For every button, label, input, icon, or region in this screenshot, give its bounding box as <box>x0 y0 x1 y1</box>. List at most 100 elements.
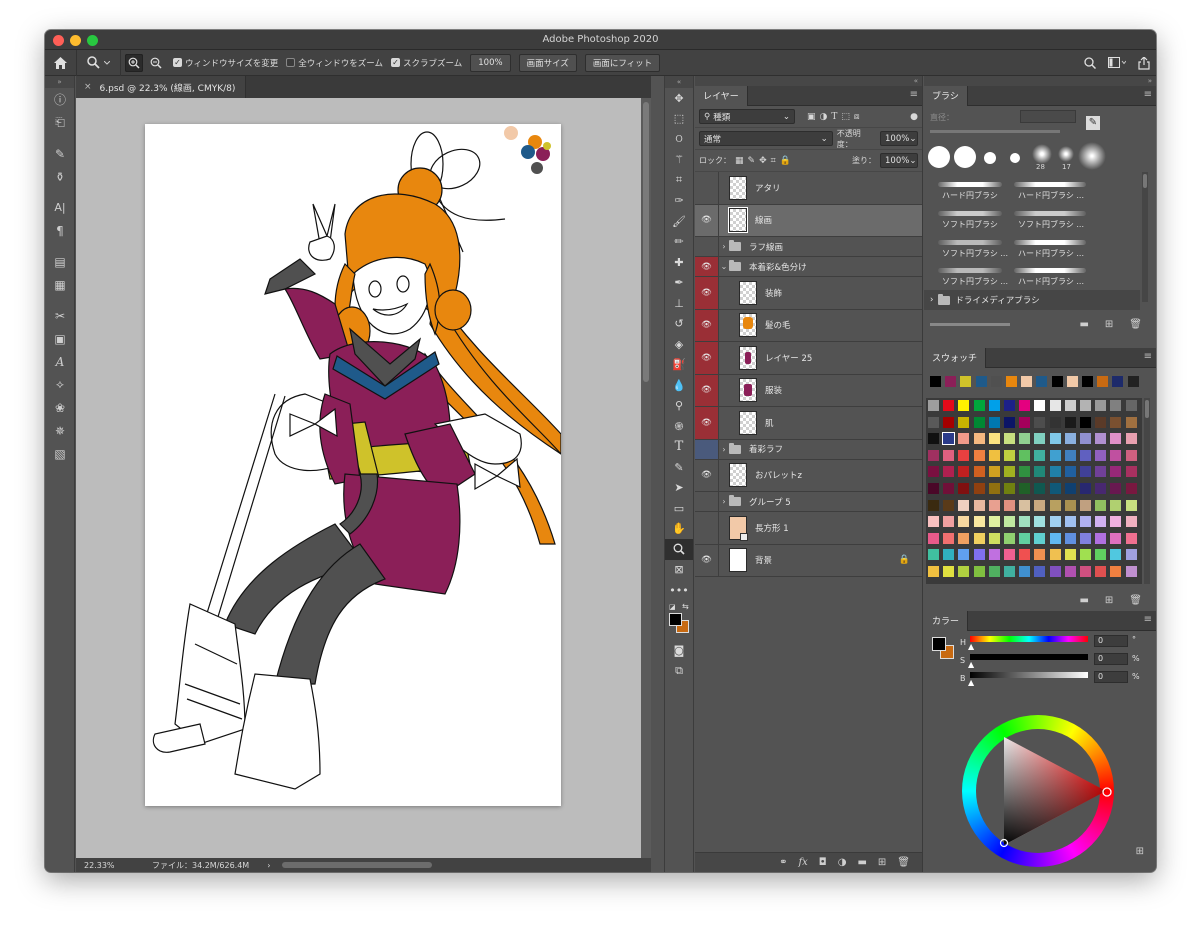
canvas-vertical-scrollbar[interactable] <box>641 98 651 858</box>
swatch[interactable] <box>1080 400 1091 411</box>
brush-tip[interactable] <box>1032 144 1052 164</box>
adjustments-button[interactable]: ✵ <box>45 419 75 442</box>
swatch[interactable] <box>1125 532 1137 544</box>
filter-adjustment-icon[interactable]: ◑ <box>820 112 828 122</box>
swatch[interactable] <box>1110 483 1122 494</box>
swatch[interactable] <box>1080 483 1091 494</box>
brush-preset[interactable]: ソフト円ブラシ ... <box>942 276 1008 287</box>
swatch[interactable] <box>988 483 1000 494</box>
swatch[interactable] <box>1064 416 1076 428</box>
fx-icon[interactable]: fx <box>798 857 807 868</box>
glyphs-button[interactable]: A <box>45 350 75 373</box>
slider-handle-icon[interactable]: ▲ <box>968 678 974 687</box>
swatch[interactable] <box>1034 466 1046 478</box>
brush-preview-slider[interactable] <box>930 323 1010 326</box>
swatch[interactable] <box>1080 499 1091 511</box>
panel-menu-icon[interactable]: ≡ <box>1144 352 1152 362</box>
swatch[interactable] <box>1112 376 1124 387</box>
filter-toggle-icon[interactable]: ● <box>910 112 918 122</box>
swatch[interactable] <box>1049 549 1061 561</box>
actions-button[interactable]: ▣ <box>45 327 75 350</box>
swatch[interactable] <box>988 516 1000 528</box>
swatch[interactable] <box>1064 483 1076 494</box>
clone-stamp-tool[interactable]: ⊥ <box>665 293 693 314</box>
swatch[interactable] <box>943 466 955 478</box>
blur-tool[interactable]: 💧 <box>665 375 693 396</box>
swatch[interactable] <box>1051 376 1063 387</box>
brightness-slider[interactable] <box>970 672 1088 678</box>
zoom-level[interactable]: 22.33% <box>84 861 144 870</box>
swatch[interactable] <box>1004 416 1015 428</box>
color-swatches[interactable]: ◪ ⇆ <box>665 601 693 641</box>
swatch[interactable] <box>988 499 1000 511</box>
swatch[interactable] <box>1110 466 1122 478</box>
swatch[interactable] <box>1110 449 1122 461</box>
foreground-color-swatch[interactable] <box>669 612 682 626</box>
swatch[interactable] <box>988 466 1000 478</box>
adjustment-layer-icon[interactable]: ◑ <box>838 857 847 868</box>
zoom-window-button[interactable] <box>87 35 98 46</box>
quick-mask-button[interactable]: ◙ <box>665 641 693 662</box>
swatch[interactable] <box>1064 466 1076 478</box>
swatch[interactable] <box>958 433 970 445</box>
swatch[interactable] <box>1080 532 1091 544</box>
swatch[interactable] <box>1095 400 1107 411</box>
artboard[interactable] <box>145 124 561 806</box>
swatch[interactable] <box>1004 433 1015 445</box>
layer-row[interactable]: 👁 おパレットz <box>695 459 922 492</box>
swatch[interactable] <box>928 499 939 511</box>
character-panel-button[interactable]: A| <box>45 196 75 219</box>
paragraph-panel-button[interactable]: ¶ <box>45 219 75 242</box>
swatch[interactable] <box>1049 516 1061 528</box>
swatch[interactable] <box>1110 433 1122 445</box>
swatch[interactable] <box>1064 499 1076 511</box>
swatch[interactable] <box>1019 449 1031 461</box>
history-panel-button[interactable]: ⎗ <box>45 111 75 134</box>
trash-icon[interactable]: 🗑 <box>897 857 910 868</box>
hue-slider[interactable] <box>970 636 1088 642</box>
swatch[interactable] <box>1036 376 1048 387</box>
swatch[interactable] <box>958 483 970 494</box>
swatch[interactable] <box>928 532 939 544</box>
path-selection-tool[interactable]: ➤ <box>665 478 693 499</box>
layer-group-row[interactable]: 👁 ⌄ 本着彩&色分け <box>695 257 922 277</box>
new-brush-icon[interactable]: ⊞ <box>1105 319 1113 330</box>
new-layer-icon[interactable]: ⊞ <box>878 857 886 868</box>
color-triangle[interactable] <box>962 715 1114 867</box>
swatch[interactable] <box>1127 376 1139 387</box>
visibility-toggle[interactable]: 👁 <box>695 309 719 341</box>
swatch[interactable] <box>1049 566 1061 577</box>
swatch[interactable] <box>928 400 939 411</box>
eyedropper-tool[interactable]: ✑ <box>665 191 693 212</box>
chevron-right-icon[interactable]: › <box>719 242 729 251</box>
swatch[interactable] <box>1004 499 1015 511</box>
swatch[interactable] <box>1125 566 1137 577</box>
minimize-window-button[interactable] <box>70 35 81 46</box>
swatch[interactable] <box>1049 433 1061 445</box>
visibility-toggle[interactable] <box>695 492 719 511</box>
brush-preset[interactable]: ハード円ブラシ <box>942 190 998 201</box>
lock-artboard-icon[interactable]: ⌗ <box>771 156 776 166</box>
brush-tip[interactable] <box>1058 146 1074 162</box>
layer-group-row[interactable]: › ラフ線画 <box>695 237 922 257</box>
swatch[interactable] <box>1004 532 1015 544</box>
swatch[interactable] <box>943 483 955 494</box>
swatch[interactable] <box>1019 433 1031 445</box>
swatch[interactable] <box>988 566 1000 577</box>
panel-menu-icon[interactable]: ≡ <box>1144 615 1152 625</box>
swatch[interactable] <box>1019 549 1031 561</box>
swatch[interactable] <box>1125 549 1137 561</box>
brush-scrollbar[interactable] <box>1142 172 1148 302</box>
swatch[interactable] <box>988 416 1000 428</box>
swatch[interactable] <box>1004 466 1015 478</box>
layer-group-row[interactable]: › 着彩ラフ <box>695 439 922 460</box>
swatch[interactable] <box>1006 376 1017 387</box>
swatch[interactable] <box>973 433 985 445</box>
swatch[interactable] <box>1019 566 1031 577</box>
swatch[interactable] <box>958 566 970 577</box>
zoom-out-button[interactable] <box>147 54 165 72</box>
swatch[interactable] <box>958 466 970 478</box>
swatch[interactable] <box>960 376 972 387</box>
layer-row[interactable]: 👁 背景 🔒 <box>695 544 922 577</box>
layer-row[interactable]: 👁 肌 <box>695 407 922 440</box>
